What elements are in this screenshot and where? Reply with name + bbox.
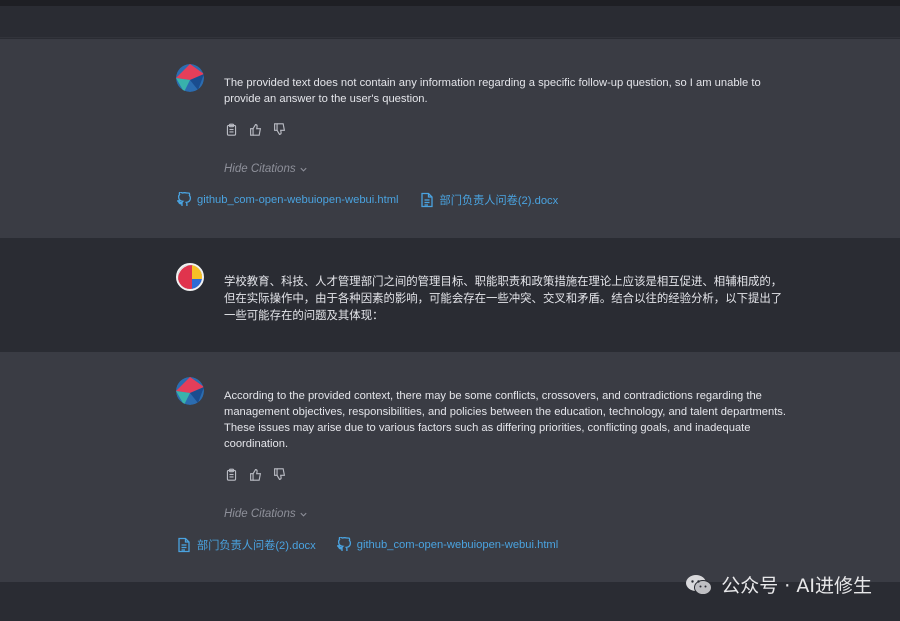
top-bar xyxy=(0,0,900,38)
copy-icon[interactable] xyxy=(224,122,238,136)
message-actions xyxy=(224,122,286,136)
citation-label: github_com-open-webuiopen-webui.html xyxy=(197,194,399,206)
hide-citations-label: Hide Citations xyxy=(224,508,296,520)
citation-label: 部门负责人问卷(2).docx xyxy=(197,540,316,552)
github-icon xyxy=(336,537,351,551)
citation-document[interactable]: 部门负责人问卷(2).docx xyxy=(176,537,316,553)
citation-github[interactable]: github_com-open-webuiopen-webui.html xyxy=(336,537,559,553)
message-text: According to the provided context, there… xyxy=(224,390,787,450)
citation-list: 部门负责人问卷(2).docx github_com-open-webuiope… xyxy=(176,537,558,553)
chevron-down-icon xyxy=(300,512,307,517)
hide-citations-toggle[interactable]: Hide Citations xyxy=(224,508,308,520)
thumbs-up-icon[interactable] xyxy=(248,122,262,136)
document-icon xyxy=(178,537,190,553)
user-message: 学校教育、科技、人才管理部门之间的管理目标、职能职责和政策措施在理论上应该是相互… xyxy=(0,238,900,352)
citation-document[interactable]: 部门负责人问卷(2).docx xyxy=(419,192,559,208)
copy-icon[interactable] xyxy=(224,467,238,481)
watermark-text: 公众号 · AI进修生 xyxy=(721,575,872,597)
document-icon xyxy=(420,192,433,208)
citation-label: 部门负责人问卷(2).docx xyxy=(439,195,559,207)
watermark: 公众号 · AI进修生 xyxy=(685,571,872,598)
citation-list: github_com-open-webuiopen-webui.html 部门负… xyxy=(176,192,558,208)
assistant-avatar xyxy=(176,377,204,405)
message-actions xyxy=(224,467,286,481)
citation-github[interactable]: github_com-open-webuiopen-webui.html xyxy=(176,192,399,208)
assistant-avatar xyxy=(176,64,204,92)
message-text: The provided text does not contain any i… xyxy=(224,77,761,105)
message-text: 学校教育、科技、人才管理部门之间的管理目标、职能职责和政策措施在理论上应该是相互… xyxy=(224,276,783,322)
assistant-message: According to the provided context, there… xyxy=(0,352,900,582)
github-icon xyxy=(177,192,192,206)
hide-citations-label: Hide Citations xyxy=(224,163,296,175)
thumbs-down-icon[interactable] xyxy=(272,467,286,481)
chevron-down-icon xyxy=(300,167,307,172)
hide-citations-toggle[interactable]: Hide Citations xyxy=(224,163,308,175)
wechat-icon xyxy=(686,574,713,595)
thumbs-down-icon[interactable] xyxy=(272,122,286,136)
user-avatar xyxy=(176,263,204,291)
citation-label: github_com-open-webuiopen-webui.html xyxy=(356,539,559,551)
thumbs-up-icon[interactable] xyxy=(248,467,262,481)
assistant-message: The provided text does not contain any i… xyxy=(0,39,900,238)
